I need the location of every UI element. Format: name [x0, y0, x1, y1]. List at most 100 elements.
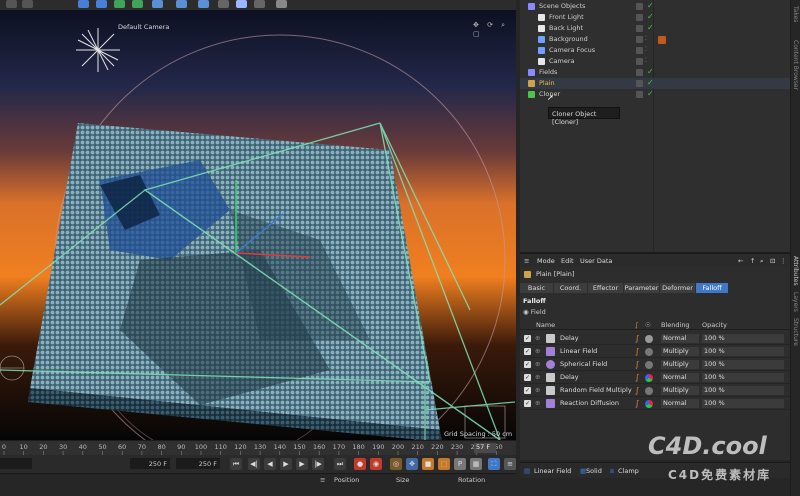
visibility-dots-icon[interactable]: ⁚ [645, 46, 647, 53]
clamp-icon[interactable]: ⧈ [610, 467, 614, 476]
tab-basic[interactable]: Basic [520, 283, 553, 293]
opacity-column-header[interactable]: Opacity [702, 321, 727, 329]
field-enable-checkbox[interactable]: ✓ [524, 361, 531, 368]
opacity-slider[interactable]: 100 % [702, 386, 784, 395]
field-enable-checkbox[interactable]: ✓ [524, 348, 531, 355]
side-tab-structure[interactable]: Structure [792, 318, 799, 346]
visibility-dots-icon[interactable]: ⁚ [645, 35, 647, 42]
remap-curve-icon[interactable]: ∫ [635, 334, 639, 343]
end-frame-field[interactable]: 250 F [130, 458, 170, 469]
record-button[interactable]: ● [354, 458, 366, 470]
search-icon[interactable]: ⌕ [760, 257, 764, 266]
blending-select[interactable]: Multiply [661, 347, 699, 356]
viewport-nav-icons[interactable]: ✥ ⟳ ⌕ ▢ [473, 21, 516, 38]
settings-icon[interactable]: ⋮ [780, 257, 787, 265]
up-arrow-icon[interactable]: ↑ [750, 257, 755, 265]
visibility-toggle[interactable] [636, 80, 643, 87]
field-row[interactable]: ✓ ⊕ Random Field Multiply ∫ Multiply 100 % [520, 384, 790, 397]
hamburger-icon[interactable]: ≡ [524, 257, 529, 265]
toolbar-tool-icon[interactable] [96, 0, 107, 8]
layer-linear-field[interactable]: Linear Field [534, 467, 571, 475]
texture-tag-icon[interactable] [658, 36, 666, 44]
visibility-toggle[interactable] [636, 69, 643, 76]
tab-effector[interactable]: Effector [588, 283, 623, 293]
enabled-check-icon[interactable]: ✓ [647, 23, 654, 32]
color-remap-icon[interactable] [645, 374, 653, 382]
3d-viewport[interactable]: Default Camera ✥ ⟳ ⌕ ▢ Grid Spacing : 50… [0, 10, 516, 440]
visibility-toggle[interactable] [636, 25, 643, 32]
blending-select[interactable]: Normal [661, 334, 699, 343]
remap-curve-icon[interactable]: ∫ [635, 386, 639, 395]
visibility-toggle[interactable] [636, 14, 643, 21]
move-key-icon[interactable]: ✥ [406, 458, 418, 470]
tab-deformer[interactable]: Deformer [660, 283, 695, 293]
opacity-slider[interactable]: 100 % [702, 347, 784, 356]
layer-icon[interactable]: ▤ [524, 467, 530, 475]
toolbar-tool-icon[interactable] [78, 0, 89, 8]
opacity-slider[interactable]: 100 % [702, 334, 784, 343]
toolbar-tool-icon[interactable] [152, 0, 163, 8]
field-enable-checkbox[interactable]: ✓ [524, 400, 531, 407]
go-to-start-button[interactable]: ⏮ [230, 458, 242, 470]
remap-curve-icon[interactable]: ∫ [635, 373, 639, 382]
enabled-check-icon[interactable]: ✓ [647, 89, 654, 98]
go-to-end-button[interactable]: ⏭ [334, 458, 346, 470]
visibility-toggle[interactable] [636, 91, 643, 98]
field-enable-checkbox[interactable]: ✓ [524, 387, 531, 394]
toolbar-tool-icon[interactable] [198, 0, 209, 8]
keyframe-selection-icon[interactable]: ◎ [390, 458, 402, 470]
object-row-front-light[interactable]: Front Light ✓ [520, 12, 790, 23]
color-remap-icon[interactable] [645, 400, 653, 408]
menu-user-data[interactable]: User Data [580, 257, 612, 265]
field-enable-checkbox[interactable]: ✓ [524, 374, 531, 381]
expand-icon[interactable]: ⊕ [535, 334, 540, 342]
param-key-icon[interactable]: P [454, 458, 466, 470]
timeline-mode-icon[interactable]: ⛶ [488, 458, 500, 470]
color-remap-icon[interactable] [645, 335, 653, 343]
tab-coord[interactable]: Coord. [554, 283, 587, 293]
blending-select[interactable]: Normal [661, 399, 699, 408]
object-row-camera-focus[interactable]: Camera Focus ⁚ [520, 45, 790, 56]
blending-select[interactable]: Multiply [661, 360, 699, 369]
current-frame[interactable]: 57 F [474, 443, 496, 453]
toolbar-tool-icon[interactable] [176, 0, 187, 8]
remap-curve-icon[interactable]: ∫ [635, 399, 639, 408]
layer-solid[interactable]: Solid [586, 467, 602, 475]
expand-icon[interactable]: ⊕ [535, 386, 540, 394]
object-row-background[interactable]: Background ⁚ [520, 34, 790, 45]
name-column-header[interactable]: Name [536, 321, 555, 329]
side-tab-content-browser[interactable]: Content Browser [792, 40, 799, 90]
blending-select[interactable]: Normal [661, 373, 699, 382]
opacity-slider[interactable]: 100 % [702, 373, 784, 382]
enabled-check-icon[interactable]: ✓ [647, 1, 654, 10]
preview-end-field[interactable]: 250 F [176, 458, 220, 469]
color-remap-icon[interactable] [645, 387, 653, 395]
field-row[interactable]: ✓ ⊕ Spherical Field ∫ Multiply 100 % [520, 358, 790, 371]
field-enable-checkbox[interactable]: ✓ [524, 335, 531, 342]
side-tab-takes[interactable]: Takes [792, 6, 799, 22]
tab-falloff[interactable]: Falloff [696, 283, 728, 293]
enabled-check-icon[interactable]: ✓ [647, 67, 654, 76]
field-row[interactable]: ✓ ⊕ Delay ∫ Normal 100 % [520, 332, 790, 345]
opacity-slider[interactable]: 100 % [702, 399, 784, 408]
visibility-toggle[interactable] [636, 3, 643, 10]
toolbar-tool-icon[interactable] [22, 0, 33, 8]
blending-select[interactable]: Multiply [661, 386, 699, 395]
visibility-dots-icon[interactable]: ⁚ [645, 57, 647, 64]
blending-column-header[interactable]: Blending [661, 321, 690, 329]
auto-key-button[interactable]: ◉ [370, 458, 382, 470]
remap-curve-icon[interactable]: ∫ [635, 347, 639, 356]
object-row-scene-objects[interactable]: Scene Objects ✓ [520, 1, 790, 12]
toolbar-tool-icon[interactable] [132, 0, 143, 8]
next-frame-button[interactable]: ▶ [296, 458, 308, 470]
menu-mode[interactable]: Mode [537, 257, 555, 265]
color-remap-icon[interactable] [645, 361, 653, 369]
toolbar-tool-icon[interactable] [276, 0, 287, 8]
start-frame-field[interactable] [0, 458, 32, 469]
enabled-check-icon[interactable]: ✓ [647, 12, 654, 21]
tab-parameter[interactable]: Parameter [624, 283, 659, 293]
enabled-check-icon[interactable]: ✓ [647, 78, 654, 87]
object-row-cloner[interactable]: Cloner ✓ [520, 89, 790, 100]
prev-key-button[interactable]: ◀| [248, 458, 260, 470]
expand-icon[interactable]: ⊕ [535, 373, 540, 381]
